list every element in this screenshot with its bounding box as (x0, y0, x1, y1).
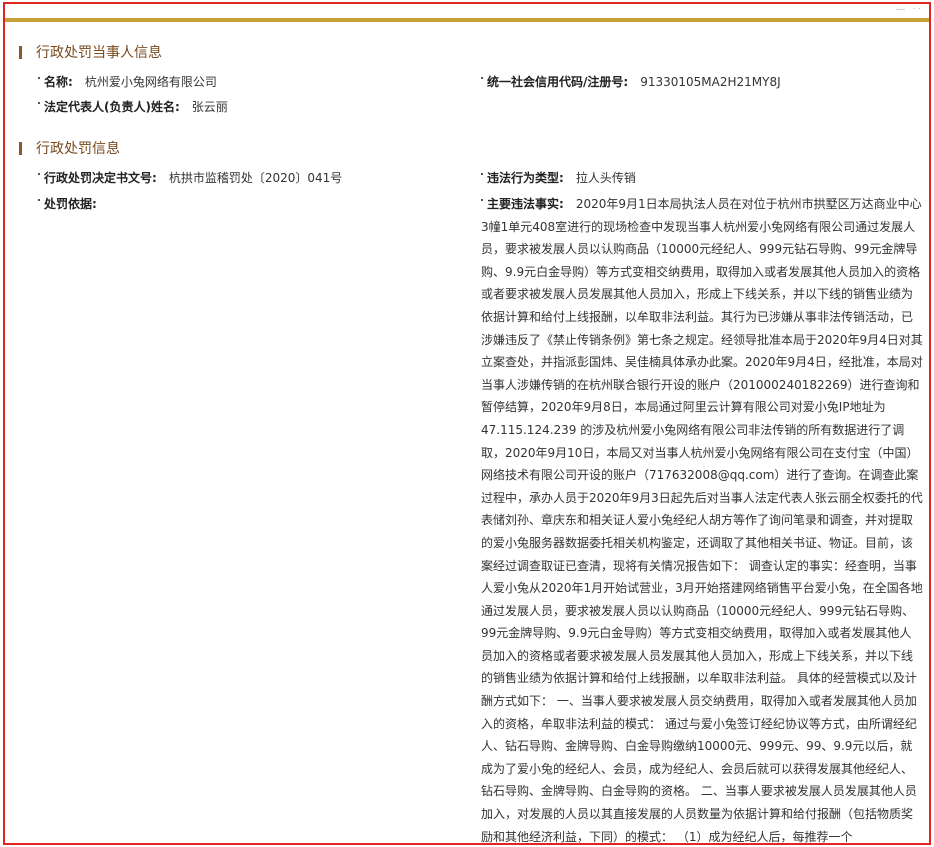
field-credit-code: 统一社会信用代码/注册号: 91330105MA2H21MY8J (481, 74, 781, 90)
top-accent-bar (5, 18, 929, 22)
bullet-icon (38, 172, 40, 175)
field-value: 拉人头传销 (575, 171, 636, 185)
field-label: 处罚依据: (44, 197, 97, 211)
field-label: 法定代表人(负责人)姓名: (44, 100, 180, 114)
field-decision-number: 行政处罚决定书文号: 杭拱市监稽罚处〔2020〕041号 (38, 170, 342, 186)
field-penalty-basis: 处罚依据: (38, 196, 97, 212)
field-label: 统一社会信用代码/注册号: (487, 75, 629, 89)
main-facts-block: 主要违法事实: 2020年9月1日本局执法人员在对位于杭州市拱墅区万达商业中心3幢… (481, 193, 923, 844)
section-marker-icon (19, 141, 22, 155)
bullet-icon (38, 76, 40, 79)
field-value: 张云丽 (191, 100, 228, 114)
top-dots: — ·· (895, 4, 923, 15)
bullet-icon (481, 198, 483, 201)
field-value: 杭拱市监稽罚处〔2020〕041号 (168, 171, 343, 185)
facts-text: 2020年9月1日本局执法人员在对位于杭州市拱墅区万达商业中心3幢1单元408室… (481, 197, 923, 844)
section-marker-icon (19, 45, 22, 59)
section-penalty-info-title: 行政处罚信息 (19, 138, 120, 158)
field-name: 名称: 杭州爱小兔网络有限公司 (38, 74, 217, 90)
bullet-icon (38, 198, 40, 201)
bullet-icon (481, 76, 483, 79)
field-label: 行政处罚决定书文号: (44, 171, 157, 185)
field-label: 违法行为类型: (487, 171, 564, 185)
section-party-info-title: 行政处罚当事人信息 (19, 42, 162, 62)
section-title-text: 行政处罚当事人信息 (36, 45, 162, 61)
page-frame: — ·· 行政处罚当事人信息 名称: 杭州爱小兔网络有限公司 统一社会信用代码/注… (3, 2, 931, 845)
section-title-text: 行政处罚信息 (36, 141, 120, 157)
field-value: 91330105MA2H21MY8J (640, 75, 781, 89)
field-value: 杭州爱小兔网络有限公司 (84, 75, 217, 89)
facts-label: 主要违法事实: (487, 197, 564, 211)
field-violation-type: 违法行为类型: 拉人头传销 (481, 170, 636, 186)
field-legal-rep: 法定代表人(负责人)姓名: 张云丽 (38, 99, 228, 115)
bullet-icon (38, 101, 40, 104)
bullet-icon (481, 172, 483, 175)
field-label: 名称: (44, 75, 73, 89)
